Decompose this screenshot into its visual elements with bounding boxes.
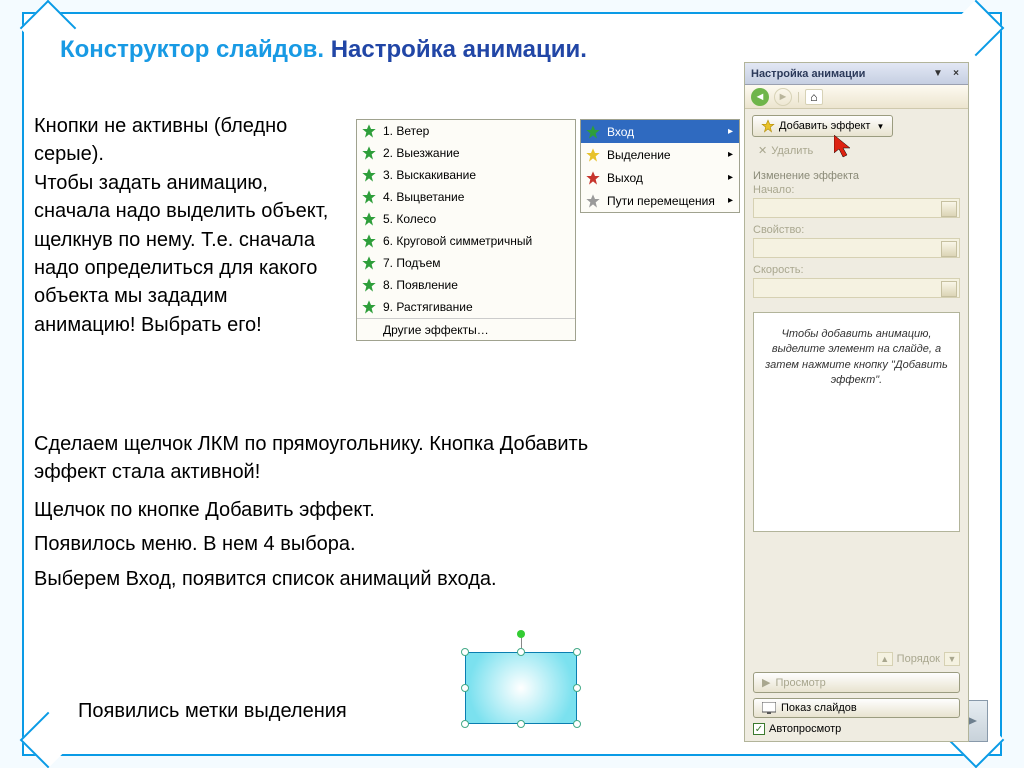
nav-back-icon[interactable]: ◄ bbox=[751, 88, 769, 106]
title-left: Конструктор слайдов. bbox=[60, 36, 324, 63]
checkbox-checked-icon[interactable]: ✓ bbox=[753, 723, 765, 735]
effect-item[interactable]: 1. Ветер bbox=[357, 120, 575, 142]
property-select[interactable] bbox=[753, 238, 960, 258]
nav-home-icon[interactable]: ⌂ bbox=[805, 89, 823, 105]
resize-handle[interactable] bbox=[461, 684, 469, 692]
autopreview-row[interactable]: ✓ Автопросмотр bbox=[753, 723, 960, 735]
preview-button[interactable]: ▶ Просмотр bbox=[753, 672, 960, 693]
effect-item[interactable]: 7. Подъем bbox=[357, 252, 575, 274]
pane-close-button[interactable]: × bbox=[950, 68, 962, 80]
order-down-button[interactable]: ▼ bbox=[944, 652, 960, 666]
effect-item[interactable]: 4. Выцветание bbox=[357, 186, 575, 208]
paragraph-1: Кнопки не активны (бледно серые). Чтобы … bbox=[34, 112, 334, 339]
delete-effect-button: ✕ Удалить bbox=[752, 141, 819, 160]
pane-title: Настройка анимации bbox=[751, 68, 865, 80]
effect-item[interactable]: 6. Круговой симметричный bbox=[357, 230, 575, 252]
property-label: Свойство: bbox=[753, 224, 960, 236]
animation-task-pane: Настройка анимации ▼ × ◄ ► | ⌂ Добавить … bbox=[744, 62, 969, 742]
selected-shape[interactable] bbox=[465, 652, 577, 724]
add-effect-button[interactable]: Добавить эффект▼ bbox=[752, 115, 893, 137]
selection-label: Появились метки выделения bbox=[78, 700, 347, 723]
rotate-handle[interactable] bbox=[517, 630, 525, 638]
pane-header: Настройка анимации ▼ × bbox=[745, 63, 968, 85]
resize-handle[interactable] bbox=[573, 684, 581, 692]
resize-handle[interactable] bbox=[517, 648, 525, 656]
cat-emphasis[interactable]: Выделение▸ bbox=[581, 143, 739, 166]
effect-category-menu: Вход▸ Выделение▸ Выход▸ Пути перемещения… bbox=[580, 119, 740, 213]
speed-select[interactable] bbox=[753, 278, 960, 298]
cat-entrance[interactable]: Вход▸ bbox=[581, 120, 739, 143]
effect-item[interactable]: 9. Растягивание bbox=[357, 296, 575, 318]
slide-title: Конструктор слайдов. Настройка анимации. bbox=[60, 36, 587, 64]
speed-label: Скорость: bbox=[753, 264, 960, 276]
effect-item[interactable]: 8. Появление bbox=[357, 274, 575, 296]
corner-tr bbox=[948, 0, 1005, 56]
entrance-effects-menu: 1. Ветер 2. Выезжание 3. Выскакивание 4.… bbox=[356, 119, 576, 341]
paragraph-3: Щелчок по кнопке Добавить эффект. bbox=[34, 496, 594, 524]
resize-handle[interactable] bbox=[573, 648, 581, 656]
effect-more-item[interactable]: Другие эффекты… bbox=[357, 318, 575, 340]
cat-exit[interactable]: Выход▸ bbox=[581, 166, 739, 189]
cat-motion-path[interactable]: Пути перемещения▸ bbox=[581, 189, 739, 212]
effect-item[interactable]: 2. Выезжание bbox=[357, 142, 575, 164]
title-right: Настройка анимации. bbox=[331, 36, 587, 63]
effect-item[interactable]: 3. Выскакивание bbox=[357, 164, 575, 186]
order-up-button[interactable]: ▲ bbox=[877, 652, 893, 666]
resize-handle[interactable] bbox=[573, 720, 581, 728]
nav-forward-icon[interactable]: ► bbox=[774, 88, 792, 106]
resize-handle[interactable] bbox=[461, 720, 469, 728]
play-icon: ▶ bbox=[762, 676, 770, 689]
start-select[interactable] bbox=[753, 198, 960, 218]
corner-bl bbox=[20, 712, 77, 768]
order-row: ▲ Порядок ▼ bbox=[753, 652, 960, 666]
paragraph-5: Выберем Вход, появится список анимаций в… bbox=[34, 565, 594, 593]
resize-handle[interactable] bbox=[461, 648, 469, 656]
pane-nav: ◄ ► | ⌂ bbox=[745, 85, 968, 109]
effect-item[interactable]: 5. Колесо bbox=[357, 208, 575, 230]
paragraph-2: Сделаем щелчок ЛКМ по прямоугольнику. Кн… bbox=[34, 430, 594, 487]
screen-icon bbox=[762, 702, 776, 714]
paragraph-4: Появилось меню. В нем 4 выбора. bbox=[34, 530, 594, 558]
start-label: Начало: bbox=[753, 184, 960, 196]
resize-handle[interactable] bbox=[517, 720, 525, 728]
change-effect-label: Изменение эффекта bbox=[745, 166, 968, 184]
pane-menu-button[interactable]: ▼ bbox=[932, 68, 944, 80]
slideshow-button[interactable]: Показ слайдов bbox=[753, 698, 960, 718]
animation-list-hint: Чтобы добавить анимацию, выделите элемен… bbox=[753, 312, 960, 532]
delete-icon: ✕ bbox=[758, 144, 767, 157]
